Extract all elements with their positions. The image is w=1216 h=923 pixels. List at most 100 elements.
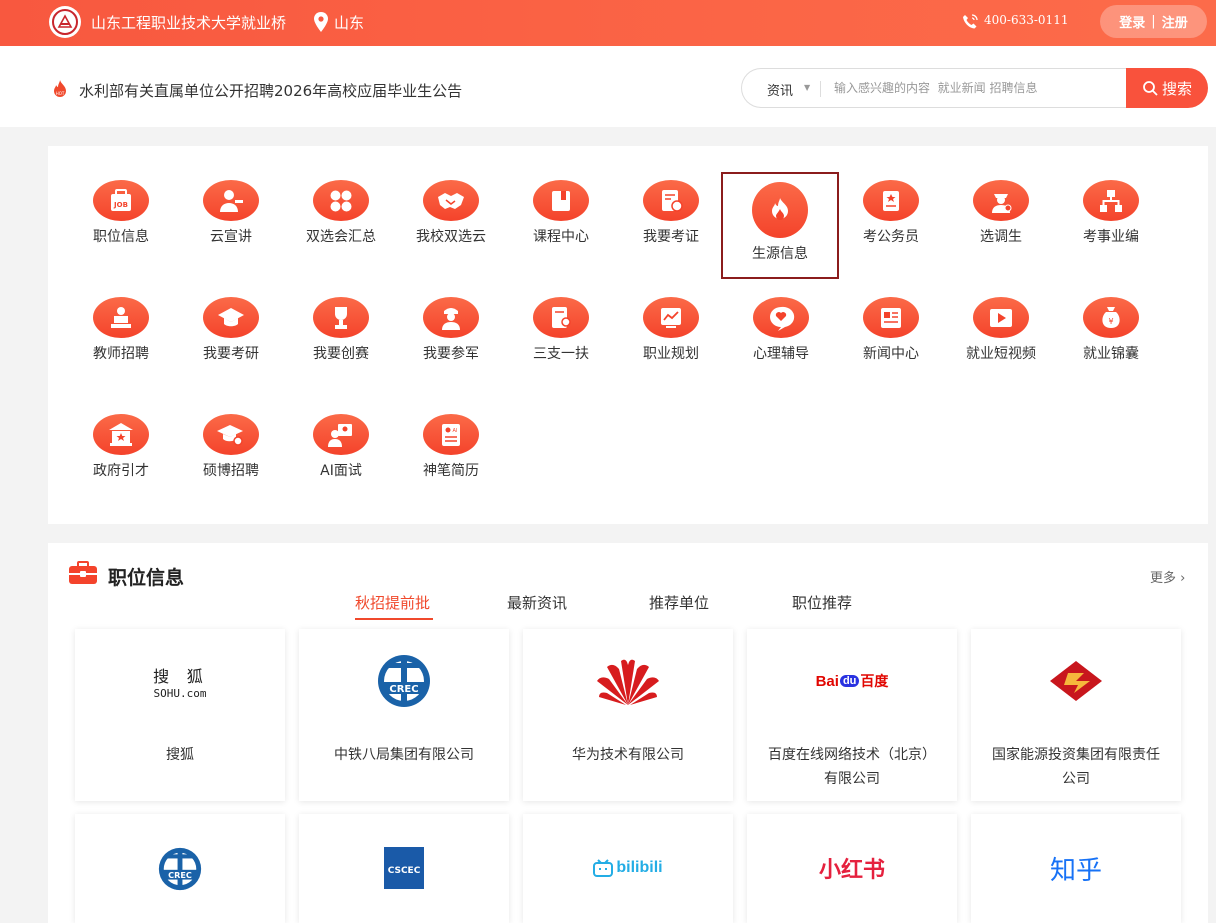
search-type-select[interactable]: 资讯 xyxy=(767,80,793,99)
chart-board-icon xyxy=(643,297,699,338)
location-text[interactable]: 山东 xyxy=(334,12,364,33)
sohu-logo-subtext: SOHU.com xyxy=(153,686,207,700)
company-card[interactable]: 搜 狐 SOHU.com 搜狐 xyxy=(75,629,285,801)
company-card[interactable]: 小红书 xyxy=(747,814,957,923)
service-label: 三支一扶 xyxy=(533,346,589,362)
presenter-icon xyxy=(203,180,259,221)
book-icon xyxy=(533,180,589,221)
company-card[interactable]: 华为技术有限公司 xyxy=(523,629,733,801)
svg-text:AI: AI xyxy=(453,428,458,434)
service-label: 教师招聘 xyxy=(93,346,149,362)
search-row: HOT 水利部有关直属单位公开招聘2026年高校应届毕业生公告 资讯 ▼ 搜索 xyxy=(0,46,1216,127)
company-card[interactable]: bilibili xyxy=(523,814,733,923)
service-teacher-recruitment[interactable]: 教师招聘 xyxy=(66,263,176,363)
service-label: 新闻中心 xyxy=(863,346,919,362)
company-name: 搜狐 xyxy=(166,747,194,763)
service-postgraduate[interactable]: 我要考研 xyxy=(176,263,286,363)
location-pin-icon[interactable] xyxy=(313,12,329,32)
company-card[interactable]: 国家能源投资集团有限责任公司 xyxy=(971,629,1181,801)
crec-logo: CREC xyxy=(324,651,484,711)
tab-latest-news[interactable]: 最新资讯 xyxy=(507,592,567,613)
service-course-center[interactable]: 课程中心 xyxy=(506,146,616,246)
service-label: 考公务员 xyxy=(863,229,919,245)
document-user-icon xyxy=(533,297,589,338)
tab-recommended-jobs[interactable]: 职位推荐 xyxy=(792,592,852,613)
ai-interview-icon xyxy=(313,414,369,455)
service-counseling[interactable]: 心理辅导 xyxy=(726,263,836,363)
service-school-job-fair[interactable]: 我校双选云 xyxy=(396,146,506,246)
service-cloud-presentation[interactable]: 云宣讲 xyxy=(176,146,286,246)
cscec-logo: CSCEC xyxy=(324,846,484,890)
service-label: 政府引才 xyxy=(93,463,149,479)
service-selected-graduates[interactable]: 选调生 xyxy=(946,146,1056,246)
company-card[interactable]: Bai du 百度 百度在线网络技术（北京）有限公司 xyxy=(747,629,957,801)
xiaohongshu-logo: 小红书 xyxy=(772,846,932,890)
crec-logo-text: CREC xyxy=(168,870,192,880)
service-ai-interview[interactable]: AI面试 xyxy=(286,380,396,480)
service-tips[interactable]: ¥ 就业锦囊 xyxy=(1056,263,1166,363)
xiaohongshu-logo-text: 小红书 xyxy=(818,858,885,883)
register-link[interactable]: 注册 xyxy=(1162,12,1188,31)
service-job-info[interactable]: JOB 职位信息 xyxy=(66,146,176,246)
service-label: 我校双选云 xyxy=(416,229,486,245)
service-label: 选调生 xyxy=(980,229,1022,245)
resume-icon: AI xyxy=(423,414,479,455)
jobs-section: 职位信息 更多 › 秋招提前批 最新资讯 推荐单位 职位推荐 搜 狐 SOHU.… xyxy=(48,543,1208,923)
top-bar: 山东工程职业技术大学就业桥 山东 400-633-0111 登录 | 注册 xyxy=(0,0,1216,46)
service-career-planning[interactable]: 职业规划 xyxy=(616,263,726,363)
company-card[interactable]: 知乎 xyxy=(971,814,1181,923)
service-label: 云宣讲 xyxy=(210,229,252,245)
search-input[interactable] xyxy=(834,75,1114,101)
graduation-cap-icon xyxy=(203,297,259,338)
service-certificate[interactable]: 我要考证 xyxy=(616,146,726,246)
service-label: 我要创赛 xyxy=(313,346,369,362)
chevron-down-icon[interactable]: ▼ xyxy=(804,83,810,92)
service-master-doctor[interactable]: 硕博招聘 xyxy=(176,380,286,480)
service-job-fair-summary[interactable]: 双选会汇总 xyxy=(286,146,396,246)
company-card[interactable]: CREC xyxy=(75,814,285,923)
school-logo-icon[interactable] xyxy=(49,6,81,38)
newspaper-icon xyxy=(863,297,919,338)
search-button[interactable]: 搜索 xyxy=(1126,68,1208,108)
phone-number: 400-633-0111 xyxy=(984,13,1069,27)
org-chart-icon xyxy=(1083,180,1139,221)
more-link[interactable]: 更多 › xyxy=(1150,567,1185,586)
baidu-paw-icon: du xyxy=(839,675,860,687)
phone-icon xyxy=(963,14,978,29)
handshake-icon xyxy=(423,180,479,221)
service-label: 双选会汇总 xyxy=(306,229,376,245)
sohu-logo: 搜 狐 SOHU.com xyxy=(100,651,260,711)
site-name[interactable]: 山东工程职业技术大学就业桥 xyxy=(91,12,286,33)
briefcase-icon xyxy=(69,561,97,584)
company-name: 百度在线网络技术（北京）有限公司 xyxy=(768,747,936,787)
trophy-icon xyxy=(313,297,369,338)
svg-text:JOB: JOB xyxy=(113,201,128,209)
service-label: 职业规划 xyxy=(643,346,699,362)
notice-headline[interactable]: 水利部有关直属单位公开招聘2026年高校应届毕业生公告 xyxy=(79,80,462,101)
service-short-videos[interactable]: 就业短视频 xyxy=(946,263,1056,363)
service-civil-servant[interactable]: 考公务员 xyxy=(836,146,946,246)
crec-logo: CREC xyxy=(100,844,260,894)
service-competition[interactable]: 我要创赛 xyxy=(286,263,396,363)
company-card[interactable]: CSCEC xyxy=(299,814,509,923)
tab-early-autumn[interactable]: 秋招提前批 xyxy=(355,592,430,613)
service-resume[interactable]: AI 神笔简历 xyxy=(396,380,506,480)
service-three-supports[interactable]: 三支一扶 xyxy=(506,263,616,363)
service-label: 心理辅导 xyxy=(753,346,809,362)
badge-doc-icon xyxy=(863,180,919,221)
government-icon xyxy=(93,414,149,455)
service-news-center[interactable]: 新闻中心 xyxy=(836,263,946,363)
bilibili-logo-text: bilibili xyxy=(616,859,663,876)
huawei-logo xyxy=(548,651,708,711)
tv-icon xyxy=(593,859,614,877)
login-link[interactable]: 登录 xyxy=(1119,12,1145,31)
service-public-institution[interactable]: 考事业编 xyxy=(1056,146,1166,246)
teacher-icon xyxy=(93,297,149,338)
tab-recommended-units[interactable]: 推荐单位 xyxy=(649,592,709,613)
service-military[interactable]: 我要参军 xyxy=(396,263,506,363)
service-government-talent[interactable]: 政府引才 xyxy=(66,380,176,480)
officer-icon xyxy=(973,180,1029,221)
service-label: 我要考研 xyxy=(203,346,259,362)
company-card[interactable]: CREC 中铁八局集团有限公司 xyxy=(299,629,509,801)
soldier-icon xyxy=(423,297,479,338)
